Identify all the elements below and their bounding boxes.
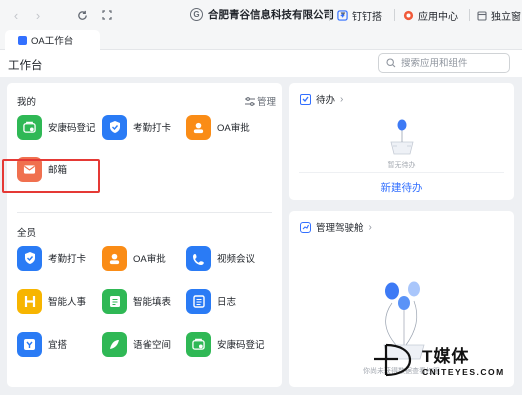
section-title-mine: 我的 [17, 97, 37, 108]
app-video-meeting[interactable]: 视频会议 [186, 245, 255, 271]
app-label: 宜搭 [48, 340, 68, 351]
window-icon [477, 10, 487, 21]
app-label: OA审批 [133, 254, 166, 265]
chevron-right-icon: › [340, 93, 344, 105]
todo-title: 待办 [316, 95, 336, 106]
watermark-main: T媒体 [422, 346, 470, 366]
tab-oa-workbench[interactable]: OA工作台 [5, 30, 100, 50]
app-label: 安康码登记 [217, 340, 265, 351]
app-yida[interactable]: 宜搭 [17, 331, 67, 357]
divider [299, 172, 504, 173]
search-icon [386, 58, 396, 68]
new-todo-button[interactable]: 新建待办 [289, 180, 514, 195]
org-name: 合肥青谷信息科技有限公司 [208, 9, 334, 21]
cockpit-header[interactable]: 管理驾驶舱 › [300, 220, 372, 234]
app-yuque[interactable]: 语雀空间 [102, 331, 171, 357]
app-oa-approval[interactable]: OA审批 [186, 114, 250, 140]
app-oa-approval[interactable]: OA审批 [102, 245, 166, 271]
watermark: T媒体 CNITEYES.COM [372, 337, 505, 381]
standalone-window-button[interactable]: 独立窗口 [477, 8, 522, 23]
app-smart-form[interactable]: 智能填表 [102, 288, 171, 314]
section-title-all: 全员 [17, 228, 37, 239]
todo-empty-text: 暂无待办 [387, 162, 416, 169]
app-label: 语雀空间 [133, 340, 172, 351]
approval-icon [102, 245, 127, 271]
app-center-label: 应用中心 [418, 12, 458, 23]
org-switcher[interactable]: G 合肥青谷信息科技有限公司 ▼ [190, 7, 347, 22]
app-label: 智能人事 [48, 297, 87, 308]
yida-icon [17, 331, 42, 357]
log-icon [186, 288, 211, 314]
app-label: OA审批 [217, 123, 250, 134]
workbench-icon [18, 35, 27, 45]
watermark-sub: CNITEYES.COM [422, 366, 505, 377]
fullscreen-icon[interactable] [96, 4, 118, 26]
settings-sliders-icon [245, 96, 255, 106]
page-title: 工作台 [8, 60, 43, 72]
search-input[interactable] [401, 57, 501, 69]
manage-label: 管理 [257, 97, 277, 108]
dingding-icon [337, 10, 348, 21]
todo-header[interactable]: 待办 › [300, 92, 343, 106]
refresh-icon[interactable] [71, 4, 93, 26]
hr-icon [17, 288, 42, 314]
title-bar: ‹ › G 合肥青谷信息科技有限公司 ▼ 钉钉搭 应用中心 独立窗口 [0, 0, 522, 30]
dingding-button[interactable]: 钉钉搭 [337, 8, 382, 23]
app-label: 日志 [217, 297, 237, 308]
page-header: 工作台 [0, 50, 522, 77]
app-center-button[interactable]: 应用中心 [403, 8, 458, 23]
forward-icon[interactable]: › [27, 4, 49, 26]
back-icon[interactable]: ‹ [5, 4, 27, 26]
watermark-logo-icon [374, 343, 412, 377]
app-center-icon [403, 10, 414, 21]
approval-icon [186, 114, 211, 140]
section-divider [17, 212, 272, 213]
app-log[interactable]: 日志 [186, 288, 236, 314]
app-smart-hr[interactable]: 智能人事 [17, 288, 86, 314]
attendance-icon [17, 245, 42, 271]
video-icon [186, 245, 211, 271]
empty-todo-illustration [390, 119, 414, 155]
divider [469, 9, 470, 21]
app-health-code[interactable]: 安康码登记 [17, 114, 96, 140]
health-code-icon [17, 114, 42, 140]
manage-button[interactable]: 管理 [245, 94, 276, 108]
apps-card: 我的 管理 安康码登记 考勤打卡 OA审批 邮箱 全员 考勤打卡 OA审批 视频… [7, 83, 282, 387]
yuque-icon [102, 331, 127, 357]
app-attendance[interactable]: 考勤打卡 [17, 245, 86, 271]
todo-card: 待办 › 暂无待办 新建待办 [289, 83, 514, 200]
divider [394, 9, 395, 21]
tab-label: OA工作台 [31, 36, 74, 47]
standalone-label: 独立窗口 [491, 12, 522, 23]
app-label: 视频会议 [217, 254, 256, 265]
chevron-right-icon: › [368, 221, 372, 233]
dashboard-icon [300, 221, 311, 233]
attendance-icon [102, 114, 127, 140]
check-icon [300, 93, 311, 105]
cockpit-title: 管理驾驶舱 [316, 223, 364, 234]
app-label: 考勤打卡 [48, 254, 87, 265]
app-attendance[interactable]: 考勤打卡 [102, 114, 171, 140]
tab-bar: OA工作台 [0, 30, 522, 50]
health-code-icon [186, 331, 211, 357]
dingding-label: 钉钉搭 [352, 12, 382, 23]
app-health-code[interactable]: 安康码登记 [186, 331, 265, 357]
divider [329, 9, 330, 21]
form-icon [102, 288, 127, 314]
app-label: 考勤打卡 [133, 123, 172, 134]
highlight-box [2, 159, 100, 193]
search-box[interactable] [378, 53, 510, 73]
app-label: 智能填表 [133, 297, 172, 308]
org-logo-icon: G [190, 8, 203, 21]
app-label: 安康码登记 [48, 123, 96, 134]
